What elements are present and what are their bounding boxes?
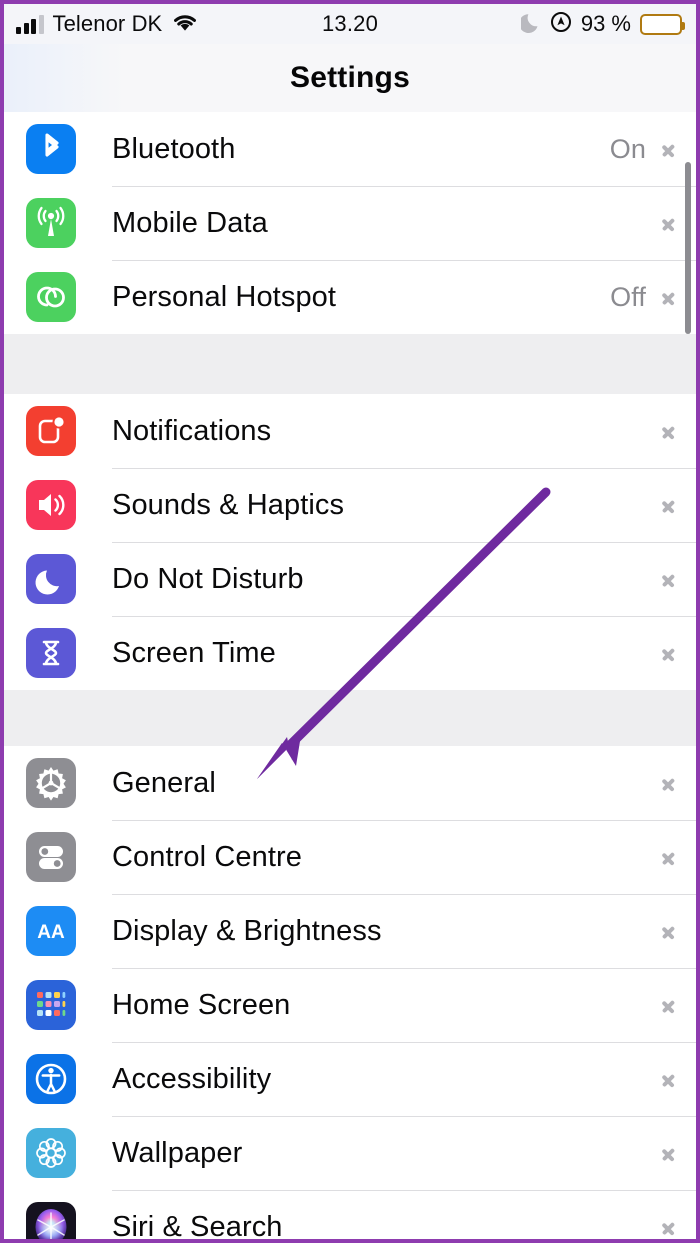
chevron-right-icon [662, 641, 676, 665]
location-services-icon [550, 11, 572, 38]
svg-text:AA: AA [37, 922, 65, 943]
sounds-haptics-icon [26, 480, 76, 530]
settings-row-sounds-haptics[interactable]: Sounds & Haptics [4, 468, 696, 542]
row-label: Notifications [112, 414, 272, 447]
wallpaper-icon [26, 1128, 76, 1178]
chevron-right-icon [662, 137, 676, 161]
row-label: Siri & Search [112, 1210, 283, 1243]
settings-row-general[interactable]: General [4, 746, 696, 820]
general-gear-icon [26, 758, 76, 808]
row-label: Control Centre [112, 840, 302, 873]
settings-row-mobile-data[interactable]: Mobile Data [4, 186, 696, 260]
settings-row-siri-search[interactable]: Siri & Search [4, 1190, 696, 1243]
chevron-right-icon [662, 211, 676, 235]
vertical-scrollbar[interactable] [685, 162, 691, 334]
settings-row-notifications[interactable]: Notifications [4, 394, 696, 468]
chevron-right-icon [662, 493, 676, 517]
row-label: Screen Time [112, 636, 276, 669]
row-label: Do Not Disturb [112, 562, 304, 595]
chevron-right-icon [662, 1067, 676, 1091]
row-value: Off [610, 281, 646, 312]
settings-group-system: General Control Centre AA Display & Brig… [4, 746, 696, 1243]
accessibility-icon [26, 1054, 76, 1104]
home-screen-icon [26, 980, 76, 1030]
row-label: Sounds & Haptics [112, 488, 345, 521]
control-centre-icon [26, 832, 76, 882]
row-label: Mobile Data [112, 206, 268, 239]
row-label: General [112, 766, 216, 799]
siri-search-icon [26, 1202, 76, 1239]
chevron-right-icon [662, 419, 676, 443]
cellular-signal-icon [16, 14, 44, 34]
row-value: On [609, 133, 646, 164]
settings-row-control-centre[interactable]: Control Centre [4, 820, 696, 894]
group-separator [4, 690, 696, 746]
row-label: Personal Hotspot [112, 280, 337, 313]
chevron-right-icon [662, 567, 676, 591]
mobile-data-icon [26, 198, 76, 248]
chevron-right-icon [662, 993, 676, 1017]
battery-percent-label: 93 % [580, 11, 631, 36]
chevron-right-icon [662, 1215, 676, 1239]
settings-row-do-not-disturb[interactable]: Do Not Disturb [4, 542, 696, 616]
battery-low-power-icon [640, 13, 685, 35]
screen-time-icon [26, 628, 76, 678]
do-not-disturb-icon [26, 554, 76, 604]
settings-row-personal-hotspot[interactable]: Personal Hotspot Off [4, 260, 696, 334]
navigation-bar: Settings [4, 44, 696, 112]
settings-row-screen-time[interactable]: Screen Time [4, 616, 696, 690]
settings-row-wallpaper[interactable]: Wallpaper [4, 1116, 696, 1190]
row-label: Home Screen [112, 988, 291, 1021]
status-bar-left: Telenor DK [16, 11, 199, 38]
settings-row-display-brightness[interactable]: AA Display & Brightness [4, 894, 696, 968]
chevron-right-icon [662, 919, 676, 943]
group-separator [4, 334, 696, 394]
row-label: Bluetooth [112, 132, 236, 165]
settings-row-bluetooth[interactable]: Bluetooth On [4, 112, 696, 186]
bluetooth-icon [26, 124, 76, 174]
wifi-icon [171, 11, 199, 38]
settings-group-connectivity: Bluetooth On Mobile Data Personal Hotspo… [4, 112, 696, 334]
iphone-settings-screen: Telenor DK 13.20 93 % Settings Bluetooth… [0, 0, 700, 1243]
chevron-right-icon [662, 771, 676, 795]
chevron-right-icon [662, 845, 676, 869]
chevron-right-icon [662, 1141, 676, 1165]
page-title: Settings [290, 61, 410, 94]
settings-row-accessibility[interactable]: Accessibility [4, 1042, 696, 1116]
settings-group-notifications: Notifications Sounds & Haptics Do Not Di… [4, 394, 696, 690]
settings-list[interactable]: Bluetooth On Mobile Data Personal Hotspo… [4, 112, 696, 1243]
row-label: Wallpaper [112, 1136, 243, 1169]
do-not-disturb-moon-icon [518, 11, 541, 38]
status-bar: Telenor DK 13.20 93 % [4, 4, 696, 44]
display-brightness-icon: AA [26, 906, 76, 956]
settings-row-home-screen[interactable]: Home Screen [4, 968, 696, 1042]
personal-hotspot-icon [26, 272, 76, 322]
carrier-label: Telenor DK [52, 11, 163, 36]
chevron-right-icon [662, 285, 676, 309]
notifications-icon [26, 406, 76, 456]
row-label: Accessibility [112, 1062, 272, 1095]
status-bar-right: 93 % [518, 11, 685, 38]
clock-label: 13.20 [321, 11, 379, 36]
row-label: Display & Brightness [112, 914, 382, 947]
